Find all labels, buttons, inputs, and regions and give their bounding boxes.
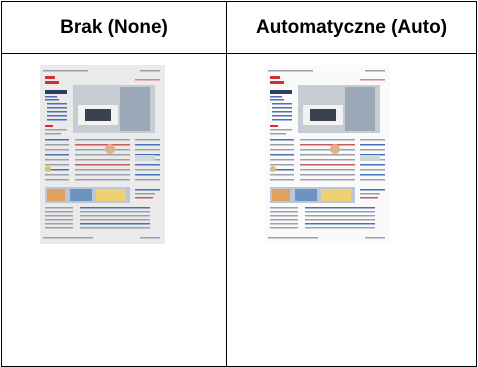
preview-none-page	[40, 65, 165, 244]
preview-none	[40, 65, 165, 244]
preview-auto-page	[265, 65, 390, 244]
preview-auto	[265, 65, 390, 244]
column-divider	[226, 2, 227, 366]
comparison-table: Brak (None) Automatyczne (Auto)	[1, 1, 477, 367]
header-divider	[2, 53, 476, 54]
column-header-none: Brak (None)	[60, 16, 168, 38]
column-header-auto: Automatyczne (Auto)	[255, 16, 448, 38]
